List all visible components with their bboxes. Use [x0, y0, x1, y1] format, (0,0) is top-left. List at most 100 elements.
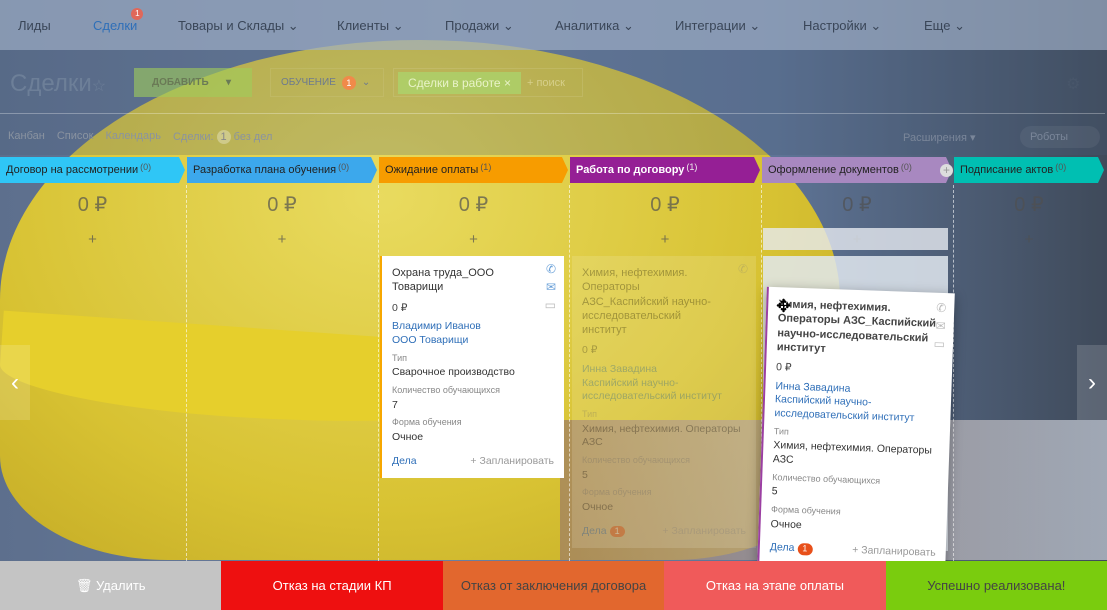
card-contact[interactable]: Владимир Иванов — [392, 320, 554, 334]
tasks-link[interactable]: Дела — [392, 455, 417, 469]
nav-label: Настройки ⌄ — [803, 18, 882, 33]
mail-icon[interactable]: ✉ — [935, 319, 946, 335]
column-header[interactable]: Подписание актов (0) — [954, 157, 1104, 183]
column-header[interactable]: Договор на рассмотрении (0) — [0, 157, 185, 183]
lose-kp-zone[interactable]: Отказ на стадии КП — [221, 561, 443, 610]
title-text: Сделки — [10, 70, 92, 97]
column-name: Договор на рассмотрении — [6, 164, 139, 176]
nav-label: Лиды — [18, 18, 51, 33]
filter-tag[interactable]: Сделки в работе × — [398, 71, 521, 94]
add-label: ДОБАВИТЬ — [152, 77, 209, 88]
tasks-link[interactable]: Дела — [770, 541, 795, 554]
field-label: Тип — [582, 409, 598, 420]
dragged-deal-card[interactable]: ✆ ✉ ▭ Химия, нефтехимия. Операторы АЗС_К… — [757, 286, 955, 572]
move-cursor-icon: ✥ — [776, 296, 792, 316]
chevron-down-icon: ⌄ — [361, 77, 371, 88]
column-header[interactable]: Работа по договору (1) — [570, 157, 760, 183]
view-kanban[interactable]: Канбан — [8, 130, 45, 144]
add-deal-button[interactable]: + — [570, 231, 760, 248]
robots-label: Роботы — [1030, 131, 1069, 143]
nav-integrations[interactable]: Интеграции ⌄ — [675, 18, 760, 34]
top-nav: Лиды Сделки 1 Товары и Склады ⌄ Клиенты ⌄… — [0, 0, 1107, 50]
deal-card[interactable]: ✆ ✉ ▭ Охрана труда_ООО Товарищи 0 ₽ Влад… — [380, 256, 564, 479]
delete-zone[interactable]: 🗑 Удалить — [0, 561, 222, 610]
card-company: Каспийский научно-исследовательский инст… — [582, 376, 722, 403]
tasks-badge: 1 — [609, 525, 625, 538]
search-placeholder: + поиск — [526, 76, 565, 89]
column-header[interactable]: Оформление документов (0) — [762, 157, 952, 183]
nav-label: Аналитика ⌄ — [555, 18, 634, 33]
close-icon[interactable]: × — [504, 76, 511, 90]
chat-icon[interactable]: ▭ — [933, 337, 945, 353]
column-header[interactable]: Разработка плана обучения (0) — [187, 157, 377, 183]
nav-more[interactable]: Еще ⌄ — [924, 18, 965, 34]
scroll-right-arrow[interactable]: › — [1077, 345, 1107, 420]
field-value: Сварочное производство — [392, 366, 515, 379]
divider — [0, 113, 1105, 114]
card-amount: 0 ₽ — [582, 344, 598, 357]
add-deal-button[interactable]: + — [0, 231, 185, 248]
nav-settings[interactable]: Настройки ⌄ — [803, 18, 881, 34]
gear-icon[interactable]: ⚙ — [1066, 74, 1080, 94]
card-company[interactable]: Каспийский научно-исследовательский инст… — [774, 394, 941, 427]
deals-label: Сделки: — [172, 131, 214, 143]
card-title[interactable]: Химия, нефтехимия. Операторы АЗС_Каспийс… — [777, 297, 939, 360]
add-deal-button[interactable]: + — [187, 231, 377, 248]
mail-icon[interactable]: ✉ — [546, 280, 556, 296]
column-count: (0) — [900, 162, 912, 172]
column-name: Подписание актов — [960, 164, 1054, 176]
category-filter[interactable]: ОБУЧЕНИЕ 1 ⌄ — [270, 68, 384, 97]
column-sum: 0 ₽ — [1014, 194, 1044, 216]
column-count: (0) — [338, 162, 350, 172]
plan-link[interactable]: + Запланировать — [470, 455, 554, 469]
lose-payment-zone[interactable]: Отказ на этапе оплаты — [664, 561, 886, 610]
phone-icon[interactable]: ✆ — [936, 301, 947, 317]
plan-link[interactable]: + Запланировать — [852, 544, 936, 561]
nav-sales[interactable]: Продажи ⌄ — [445, 18, 514, 34]
card-contact: Инна Завадина — [582, 363, 658, 376]
field-label: Количество обучающихся — [582, 455, 690, 466]
page-title: Сделки☆ — [10, 70, 106, 98]
phone-icon[interactable]: ✆ — [546, 262, 556, 278]
deals-counter[interactable]: Сделки: 1 без дел — [173, 130, 272, 144]
field-value: Очное — [392, 430, 424, 443]
column-sum: 0 ₽ — [842, 194, 872, 216]
caret-down-icon[interactable]: ▾ — [226, 77, 231, 88]
nav-products[interactable]: Товары и Склады ⌄ — [178, 18, 299, 34]
nav-analytics[interactable]: Аналитика ⌄ — [555, 18, 634, 34]
field-value: Химия, нефтехимия. Операторы АЗС — [582, 422, 741, 449]
add-button[interactable]: ДОБАВИТЬ ▾ — [134, 68, 252, 97]
phone-icon: ✆ — [737, 262, 748, 276]
search-input[interactable]: Сделки в работе × + поиск — [393, 68, 583, 97]
scroll-left-arrow[interactable]: ‹ — [0, 345, 30, 420]
chat-icon[interactable]: ▭ — [545, 298, 556, 314]
add-column-icon[interactable]: + — [940, 164, 953, 177]
column-name: Работа по договору — [576, 164, 685, 176]
column-sum: 0 ₽ — [650, 194, 680, 216]
extensions-dropdown[interactable]: Расширения ▾ — [895, 126, 1005, 148]
success-zone[interactable]: Успешно реализована! — [885, 561, 1107, 610]
card-title[interactable]: Охрана труда_ООО Товарищи — [392, 266, 532, 295]
card-company[interactable]: ООО Товарищи — [392, 334, 554, 348]
lose-contract-zone[interactable]: Отказ от заключения договора — [442, 561, 665, 610]
add-deal-button[interactable]: + — [379, 231, 568, 248]
column-count: (0) — [140, 162, 152, 172]
nav-label: Продажи ⌄ — [445, 18, 514, 33]
field-value: Очное — [582, 501, 614, 514]
drop-zone-add[interactable] — [763, 228, 948, 250]
add-deal-button[interactable]: + — [954, 231, 1104, 248]
column-count: (1) — [686, 162, 698, 172]
nav-leads[interactable]: Лиды — [18, 18, 51, 33]
star-icon[interactable]: ☆ — [92, 78, 106, 95]
column-sum: 0 ₽ — [267, 194, 297, 216]
nav-clients[interactable]: Клиенты ⌄ — [337, 18, 404, 34]
drop-actions-bar: 🗑 Удалить Отказ на стадии КП Отказ от за… — [0, 561, 1107, 610]
view-calendar[interactable]: Календарь — [105, 130, 161, 144]
nav-deals[interactable]: Сделки 1 — [93, 8, 144, 33]
robots-button[interactable]: Роботы — [1020, 126, 1100, 148]
view-list[interactable]: Список — [57, 130, 94, 144]
column-header[interactable]: Ожидание оплаты (1) — [379, 157, 568, 183]
field-label: Форма обучения — [392, 417, 462, 428]
deals-count: 1 — [216, 130, 231, 144]
column-name: Разработка плана обучения — [193, 164, 337, 176]
